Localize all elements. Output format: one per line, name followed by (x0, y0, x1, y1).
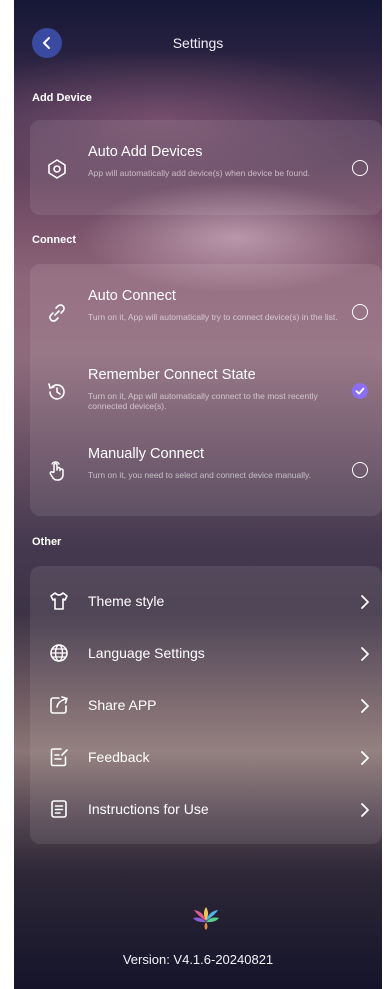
menu-item-share-app[interactable]: Share APP (30, 680, 382, 732)
menu-item-label: Theme style (88, 593, 165, 609)
option-title: Auto Add Devices (88, 144, 203, 160)
history-icon (46, 381, 68, 403)
tap-hand-icon (46, 460, 68, 482)
check-icon (352, 383, 368, 399)
manual-connect-radio[interactable] (352, 462, 368, 478)
version-label: Version: V4.1.6-20240821 (122, 952, 274, 967)
connect-card: Auto Connect Turn on it, App will automa… (30, 264, 382, 516)
auto-connect-radio[interactable] (352, 304, 368, 320)
option-title: Auto Connect (88, 288, 176, 304)
section-label-other: Other (32, 536, 62, 548)
menu-item-language-settings[interactable]: Language Settings (30, 628, 382, 680)
menu-item-theme-style[interactable]: Theme style (30, 576, 382, 628)
globe-icon (48, 642, 70, 664)
option-auto-add-devices[interactable]: Auto Add Devices App will automatically … (30, 132, 382, 202)
section-label-add-device: Add Device (32, 92, 92, 104)
section-label-connect: Connect (32, 234, 76, 246)
option-description: Turn on it, you need to select and conne… (88, 470, 312, 480)
option-description: Turn on it, App will automatically conne… (88, 391, 318, 411)
menu-item-feedback[interactable]: Feedback (30, 732, 382, 784)
header-bar: Settings (14, 28, 382, 60)
document-icon (48, 798, 70, 820)
settings-screen: Settings Add Device Auto Add Devices App… (14, 0, 382, 989)
chevron-right-icon (360, 698, 370, 714)
chevron-right-icon (360, 646, 370, 662)
option-description: Turn on it, App will automatically try t… (88, 312, 338, 322)
menu-item-label: Language Settings (88, 645, 205, 661)
option-auto-connect[interactable]: Auto Connect Turn on it, App will automa… (30, 276, 382, 346)
app-logo-icon (191, 905, 221, 931)
menu-item-instructions[interactable]: Instructions for Use (30, 784, 382, 836)
option-title: Remember Connect State (88, 367, 256, 383)
chevron-right-icon (360, 750, 370, 766)
menu-item-label: Feedback (88, 749, 150, 765)
menu-item-label: Share APP (88, 697, 157, 713)
option-title: Manually Connect (88, 446, 205, 462)
add-device-card: Auto Add Devices App will automatically … (30, 120, 382, 215)
chevron-right-icon (360, 802, 370, 818)
page-title: Settings (172, 35, 224, 51)
option-remember-connect-state[interactable]: Remember Connect State Turn on it, App w… (30, 355, 382, 425)
chevron-right-icon (360, 594, 370, 610)
feedback-icon (48, 746, 70, 768)
auto-add-device-icon (46, 158, 68, 180)
other-card: Theme style Language Settings Share APP … (30, 566, 382, 844)
link-icon (46, 302, 68, 324)
auto-add-radio[interactable] (352, 160, 368, 176)
option-description: App will automatically add device(s) whe… (88, 168, 311, 178)
shirt-icon (48, 590, 70, 612)
share-icon (48, 694, 70, 716)
remember-state-radio[interactable] (352, 383, 368, 399)
option-manually-connect[interactable]: Manually Connect Turn on it, you need to… (30, 434, 382, 504)
menu-item-label: Instructions for Use (88, 801, 209, 817)
